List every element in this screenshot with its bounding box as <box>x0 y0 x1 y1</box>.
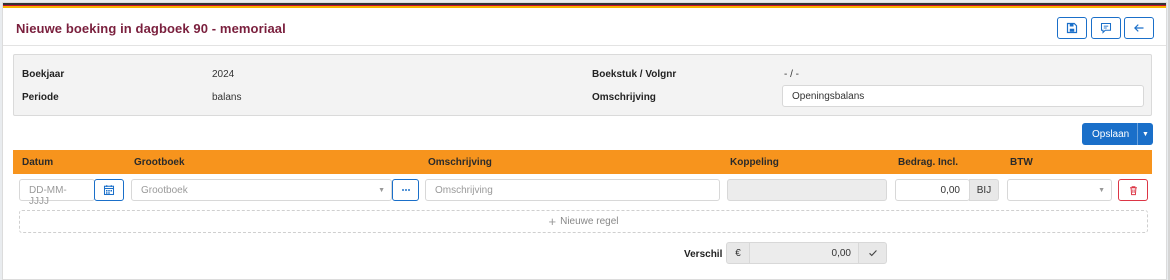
column-header-koppeling: Koppeling <box>730 157 779 168</box>
verschil-value: 0,00 <box>749 242 859 264</box>
caret-down-icon[interactable]: ▼ <box>1137 123 1153 145</box>
save-dropdown-button[interactable]: Opslaan ▼ <box>1082 123 1153 145</box>
column-header-datum: Datum <box>22 157 54 168</box>
calendar-icon <box>103 185 115 196</box>
check-icon <box>868 250 877 257</box>
boekjaar-label: Boekjaar <box>22 69 65 80</box>
chevron-down-icon: ▼ <box>378 187 385 194</box>
trash-icon <box>1129 185 1137 195</box>
boekstuk-value: - / - <box>784 69 799 80</box>
verschil-label: Verschil <box>684 249 723 260</box>
omschrijving-label: Omschrijving <box>592 92 656 103</box>
booking-info-panel: Boekjaar 2024 Periode balans Boekstuk / … <box>13 54 1152 116</box>
booking-card: Nieuwe boeking in dagboek 90 - memoriaal <box>2 2 1167 280</box>
grootboek-placeholder: Grootboek <box>141 185 188 196</box>
currency-addon: € <box>726 242 750 264</box>
periode-label: Periode <box>22 92 59 103</box>
date-input[interactable]: DD-MM-JJJJ <box>19 179 95 207</box>
boekstuk-label: Boekstuk / Volgnr <box>592 69 677 80</box>
save-icon <box>1066 22 1078 34</box>
delete-row-button[interactable] <box>1118 179 1148 201</box>
date-picker-button[interactable] <box>94 179 124 201</box>
card-header: Nieuwe boeking in dagboek 90 - memoriaal <box>3 8 1166 46</box>
grootboek-more-button[interactable] <box>392 179 419 201</box>
column-header-btw: BTW <box>1010 157 1033 168</box>
comment-icon <box>1100 22 1112 34</box>
column-header-omschrijving: Omschrijving <box>428 157 492 168</box>
omschrijving-input[interactable]: Openingsbalans <box>782 85 1144 107</box>
comment-button[interactable] <box>1091 17 1121 39</box>
arrow-left-icon <box>1134 24 1144 32</box>
plus-icon: + <box>548 214 557 229</box>
omschrijving-row-input[interactable]: Omschrijving <box>425 179 720 201</box>
bedrag-input[interactable]: 0,00 <box>895 179 970 201</box>
koppeling-field <box>727 179 887 201</box>
add-row-button[interactable]: + Nieuwe regel <box>19 210 1148 233</box>
btw-select[interactable]: ▼ <box>1007 179 1112 201</box>
boekjaar-value: 2024 <box>212 69 235 80</box>
back-button[interactable] <box>1124 17 1154 39</box>
table-header: Datum Grootboek Omschrijving Koppeling B… <box>13 150 1152 174</box>
save-icon-button[interactable] <box>1057 17 1087 39</box>
page-title: Nieuwe boeking in dagboek 90 - memoriaal <box>16 21 286 36</box>
column-header-bedrag: Bedrag. Incl. <box>898 157 959 168</box>
chevron-down-icon: ▼ <box>1098 187 1105 194</box>
balance-status <box>858 242 887 264</box>
add-row-label: Nieuwe regel <box>560 216 619 227</box>
periode-value: balans <box>212 92 242 103</box>
column-header-grootboek: Grootboek <box>134 157 185 168</box>
save-button-label[interactable]: Opslaan <box>1082 129 1137 140</box>
bedrag-type-toggle[interactable]: BIJ <box>969 179 999 201</box>
ellipsis-icon <box>401 189 410 191</box>
grootboek-select[interactable]: Grootboek ▼ <box>131 179 392 201</box>
